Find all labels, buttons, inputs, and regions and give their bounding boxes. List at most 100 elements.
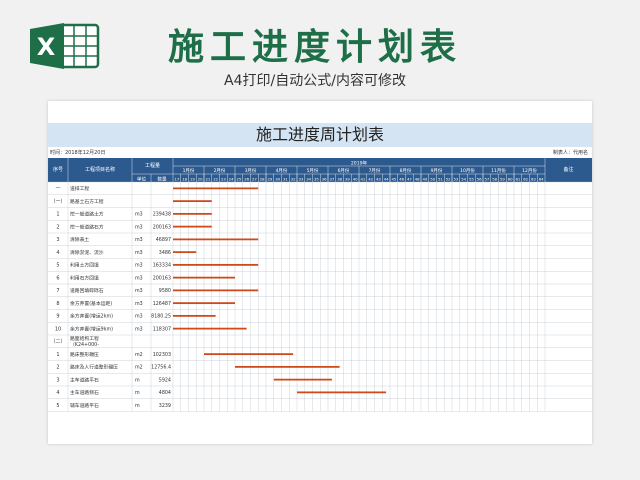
excel-logo-letter: X xyxy=(37,33,56,61)
header-week: 24 xyxy=(229,176,234,181)
header-month: 9月份 xyxy=(431,167,443,174)
row-unit: m3 xyxy=(135,263,143,269)
row-seq: 5 xyxy=(56,263,59,269)
header-week: 19 xyxy=(190,176,195,181)
header-week: 45 xyxy=(391,176,396,181)
row-amount: 4804 xyxy=(159,390,171,396)
row-seq: 1 xyxy=(56,352,59,358)
row-name: 利用土方回填 xyxy=(70,262,99,269)
header-week: 57 xyxy=(484,176,489,181)
row-amount: 12756.4 xyxy=(151,365,171,371)
row-amount: 8180.25 xyxy=(151,314,171,320)
header-year: 2019年 xyxy=(351,159,368,166)
header-week: 51 xyxy=(438,176,443,181)
row-amount: 3239 xyxy=(159,403,171,409)
row-name: 余方弃置(增运2km) xyxy=(70,313,113,320)
row-seq: 8 xyxy=(56,301,59,307)
header-month: 4月份 xyxy=(276,167,288,174)
page-subtitle: A4打印/自动公式/内容可修改 xyxy=(224,73,406,89)
header-week: 33 xyxy=(298,176,303,181)
header-week: 25 xyxy=(236,176,241,181)
row-seq: （二） xyxy=(50,339,65,345)
header-week: 39 xyxy=(345,176,350,181)
header-week: 28 xyxy=(260,176,265,181)
row-seq: 7 xyxy=(56,288,59,294)
gantt-bar xyxy=(173,327,247,330)
row-unit: m3 xyxy=(135,237,143,243)
header-month: 7月份 xyxy=(369,167,381,174)
row-name: 利用石方回填 xyxy=(70,274,99,281)
row-amount: 126487 xyxy=(153,301,171,307)
row-unit: m3 xyxy=(135,326,143,332)
header-month: 5月份 xyxy=(307,167,319,174)
row-unit: m3 xyxy=(135,288,143,294)
header-week: 61 xyxy=(515,176,520,181)
gantt-bar xyxy=(173,200,212,203)
header-month: 8月份 xyxy=(400,167,412,174)
header-month: 12月份 xyxy=(522,167,537,174)
header-week: 52 xyxy=(446,176,451,181)
row-amount: 163334 xyxy=(153,263,171,269)
row-unit: m2 xyxy=(135,352,143,358)
row-name: 路床整形碾压 xyxy=(70,351,99,358)
header-week: 55 xyxy=(469,176,474,181)
header-week: 35 xyxy=(314,176,319,181)
row-amount: 102303 xyxy=(153,352,171,358)
page-title: 施工进度计划表 xyxy=(167,27,462,68)
row-name: 辅车道路平石 xyxy=(70,402,99,409)
gantt-bar xyxy=(173,238,259,241)
header-week: 18 xyxy=(182,176,187,181)
header-week: 53 xyxy=(453,176,458,181)
header-week: 17 xyxy=(174,176,179,181)
gantt-bar xyxy=(297,391,387,394)
row-name: 挖一般道路土方 xyxy=(70,211,104,218)
row-seq: 1 xyxy=(56,212,59,218)
row-seq: 9 xyxy=(56,314,59,320)
row-seq: 10 xyxy=(55,326,61,332)
header-week: 47 xyxy=(407,176,412,181)
row-name: 路床及人行道整形碾压 xyxy=(70,364,118,371)
header-week: 64 xyxy=(539,176,544,181)
row-amount: 118307 xyxy=(153,326,171,332)
header-unit: 单位 xyxy=(137,176,147,183)
row-name: （K24+000- xyxy=(70,342,99,348)
header-month: 1月份 xyxy=(183,167,195,174)
row-seq: （一） xyxy=(50,199,65,205)
row-name: 主车道路平石 xyxy=(70,376,99,383)
row-name: 清除表土 xyxy=(70,236,89,243)
row-unit: m2 xyxy=(135,365,143,371)
header-week: 38 xyxy=(337,176,342,181)
gantt-bar xyxy=(273,378,332,381)
header-week: 37 xyxy=(329,176,334,181)
header-week: 50 xyxy=(430,176,435,181)
row-amount: 200163 xyxy=(153,275,171,281)
gantt-bar xyxy=(173,187,259,190)
header-week: 23 xyxy=(221,176,226,181)
row-seq: 3 xyxy=(56,377,59,383)
row-name: 道排工程 xyxy=(70,185,89,192)
header-week: 20 xyxy=(198,176,203,181)
header-month: 11月份 xyxy=(491,167,506,174)
header-week: 26 xyxy=(244,176,249,181)
gantt-bar xyxy=(173,276,235,279)
row-amount: 239438 xyxy=(153,212,171,218)
row-seq: 2 xyxy=(56,365,59,371)
header-week: 42 xyxy=(368,176,373,181)
row-unit: m xyxy=(135,404,140,409)
header-week: 41 xyxy=(360,176,365,181)
header-seq: 序号 xyxy=(53,166,63,173)
header-remark: 备注 xyxy=(563,166,573,173)
header-week: 22 xyxy=(213,176,218,181)
row-unit: m xyxy=(135,391,140,396)
header-week: 58 xyxy=(492,176,497,181)
row-unit: m3 xyxy=(135,275,143,281)
row-unit: m xyxy=(135,378,140,383)
gantt-bar xyxy=(173,289,259,292)
spreadsheet-preview: 施工进度周计划表 时间：2018年12月20日 制表人：代用名 序号 工程项目名称… xyxy=(48,101,592,444)
header-week: 32 xyxy=(291,176,296,181)
row-amount: 200163 xyxy=(153,224,171,230)
row-unit: m3 xyxy=(135,301,143,307)
row-unit: m3 xyxy=(135,224,143,230)
row-seq: 6 xyxy=(56,275,59,281)
header-week: 59 xyxy=(500,176,505,181)
